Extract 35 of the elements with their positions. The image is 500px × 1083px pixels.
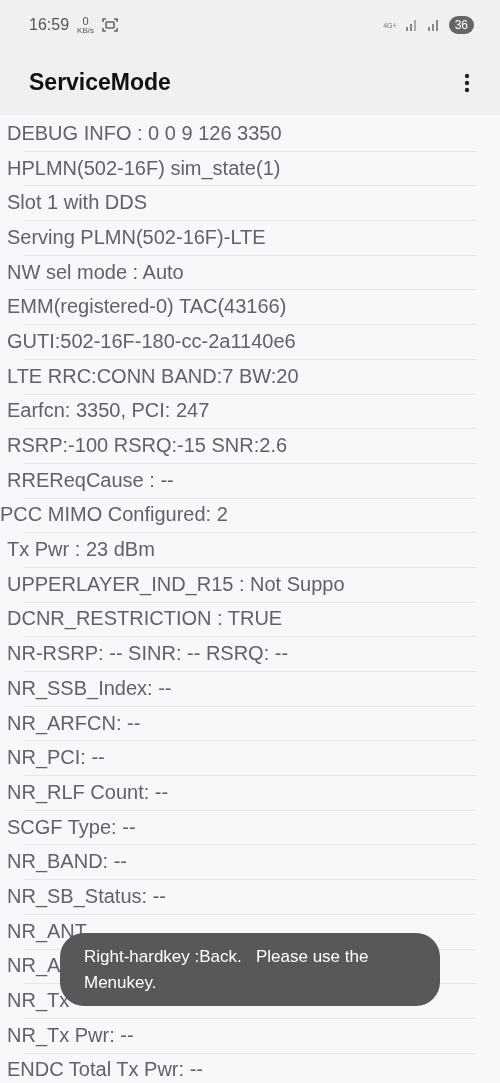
info-line: NR_RLF Count: -- (6, 780, 169, 804)
info-line: PCC MIMO Configured: 2 (0, 503, 228, 527)
info-line: Serving PLMN(502-16F)-LTE (6, 225, 266, 249)
screenshot-icon (101, 18, 118, 32)
info-line: NR_ARFCN: -- (6, 711, 141, 735)
signal-icon (404, 19, 419, 31)
info-line: NW sel mode : Auto (6, 260, 184, 284)
info-line: NR-RSRP: -- SINR: -- RSRQ: -- (6, 642, 289, 666)
info-line: ENDC Total Tx Pwr: -- (6, 1058, 203, 1082)
info-line: NR_SSB_Index: -- (6, 676, 172, 700)
info-line: NR_Tx Pwr: -- (6, 1023, 134, 1047)
status-time: 16:59 (29, 16, 70, 34)
info-line: NR_SB_Status: -- (6, 884, 166, 908)
signal-icon (426, 19, 441, 31)
info-line: GUTI:502-16F-180-cc-2a1140e6 (6, 329, 296, 353)
info-line: UPPERLAYER_IND_R15 : Not Suppo (6, 572, 345, 596)
info-line: Tx Pwr : 23 dBm (6, 538, 155, 562)
info-line: LTE RRC:CONN BAND:7 BW:20 (6, 364, 299, 388)
info-line: HPLMN(502-16F) sim_state(1) (6, 156, 281, 180)
network-speed: 0 KB/s (77, 15, 94, 35)
info-line: RREReqCause : -- (6, 468, 174, 492)
info-line: NR_PCI: -- (6, 746, 105, 770)
info-line: Earfcn: 3350, PCI: 247 (6, 399, 210, 423)
info-line: Slot 1 with DDS (6, 191, 148, 215)
more-options-icon[interactable] (464, 72, 470, 93)
info-line: EMM(registered-0) TAC(43166) (6, 295, 287, 319)
info-line: DEBUG INFO : 0 0 9 126 3350 (6, 121, 282, 145)
battery-indicator: 36 (448, 16, 474, 34)
info-line: SCGF Type: -- (6, 815, 136, 839)
app-title: ServiceMode (29, 69, 171, 96)
info-line: DCNR_RESTRICTION : TRUE (6, 607, 283, 631)
info-line: RSRP:-100 RSRQ:-15 SNR:2.6 (6, 434, 288, 458)
info-line: NR_A (6, 954, 61, 978)
info-line: NR_Tx (6, 989, 70, 1013)
info-line: NR_BAND: -- (6, 850, 127, 874)
